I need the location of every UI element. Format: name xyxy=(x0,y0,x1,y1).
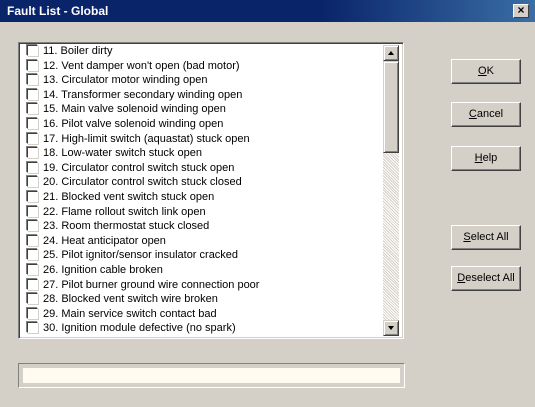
fault-checkbox[interactable] xyxy=(27,45,38,56)
arrow-up-icon xyxy=(388,51,394,55)
fault-item[interactable]: 20. Circulator control switch stuck clos… xyxy=(21,175,379,190)
help-mnemonic: H xyxy=(474,152,483,164)
close-icon: × xyxy=(517,3,525,17)
title-bar[interactable]: Fault List - Global × xyxy=(0,0,535,22)
fault-checkbox[interactable] xyxy=(27,220,38,232)
fault-item[interactable]: 12. Vent damper won't open (bad motor) xyxy=(21,59,379,74)
fault-label: 27. Pilot burner ground wire connection … xyxy=(43,278,260,291)
fault-checkbox[interactable] xyxy=(27,103,38,115)
fault-label: 21. Blocked vent switch stuck open xyxy=(43,190,215,203)
fault-item[interactable]: 28. Blocked vent switch wire broken xyxy=(21,292,379,307)
fault-label: 28. Blocked vent switch wire broken xyxy=(43,293,218,306)
fault-item[interactable]: 25. Pilot ignitor/sensor insulator crack… xyxy=(21,248,379,263)
fault-item[interactable]: 11. Boiler dirty xyxy=(21,44,379,59)
fault-label: 17. High-limit switch (aquastat) stuck o… xyxy=(43,132,250,145)
fault-items: 11. Boiler dirty 12. Vent damper won't op… xyxy=(21,44,379,336)
fault-item[interactable]: 29. Main service switch contact bad xyxy=(21,307,379,322)
fault-label: 19. Circulator control switch stuck open xyxy=(43,161,235,174)
scroll-thumb[interactable] xyxy=(383,61,399,153)
fault-checkbox[interactable] xyxy=(27,307,38,319)
fault-checkbox[interactable] xyxy=(27,59,38,71)
fault-label: 26. Ignition cable broken xyxy=(43,263,163,276)
fault-item[interactable]: 13. Circulator motor winding open xyxy=(21,73,379,88)
ok-mnemonic: O xyxy=(478,65,487,77)
fault-checkbox[interactable] xyxy=(27,161,38,173)
fault-checkbox[interactable] xyxy=(27,147,38,159)
vertical-scrollbar[interactable] xyxy=(383,45,399,336)
select-all-label: elect All xyxy=(470,231,509,243)
status-panel xyxy=(18,363,405,388)
fault-checkbox[interactable] xyxy=(27,190,38,202)
fault-checkbox[interactable] xyxy=(27,293,38,305)
scroll-down-button[interactable] xyxy=(383,320,399,336)
fault-item[interactable]: 24. Heat anticipator open xyxy=(21,234,379,249)
fault-label: 18. Low-water switch stuck open xyxy=(43,147,202,160)
help-button[interactable]: Help xyxy=(451,146,521,171)
help-label: elp xyxy=(482,152,498,164)
cancel-mnemonic: C xyxy=(468,108,477,120)
fault-item[interactable]: 17. High-limit switch (aquastat) stuck o… xyxy=(21,132,379,147)
fault-checkbox[interactable] xyxy=(27,278,38,290)
cancel-label: ancel xyxy=(476,108,504,120)
fault-label: 30. Ignition module defective (no spark) xyxy=(43,322,236,335)
fault-checkbox[interactable] xyxy=(27,176,38,188)
close-button[interactable]: × xyxy=(513,4,529,18)
fault-item[interactable]: 19. Circulator control switch stuck open xyxy=(21,161,379,176)
fault-checkbox[interactable] xyxy=(27,322,38,334)
fault-label: 22. Flame rollout switch link open xyxy=(43,205,206,218)
fault-item[interactable]: 27. Pilot burner ground wire connection … xyxy=(21,278,379,293)
fault-item[interactable]: 23. Room thermostat stuck closed xyxy=(21,219,379,234)
fault-list-dialog: Fault List - Global × 11. Boiler dirty 12… xyxy=(0,0,535,407)
fault-checkbox[interactable] xyxy=(27,88,38,100)
fault-label: 25. Pilot ignitor/sensor insulator crack… xyxy=(43,249,239,262)
fault-item[interactable]: 15. Main valve solenoid winding open xyxy=(21,102,379,117)
fault-checklist[interactable]: 11. Boiler dirty 12. Vent damper won't op… xyxy=(18,42,404,339)
ok-label: K xyxy=(486,65,494,77)
fault-label: 24. Heat anticipator open xyxy=(43,234,166,247)
deselect-all-mnemonic: D xyxy=(457,272,466,284)
fault-item[interactable]: 21. Blocked vent switch stuck open xyxy=(21,190,379,205)
select-all-mnemonic: S xyxy=(463,231,471,243)
fault-checkbox[interactable] xyxy=(27,249,38,261)
fault-label: 15. Main valve solenoid winding open xyxy=(43,103,226,116)
fault-label: 12. Vent damper won't open (bad motor) xyxy=(43,59,240,72)
ok-button[interactable]: OK xyxy=(451,59,521,84)
status-text xyxy=(23,368,400,383)
fault-label: 16. Pilot valve solenoid winding open xyxy=(43,117,224,130)
scroll-up-button[interactable] xyxy=(383,45,399,61)
cancel-button[interactable]: Cancel xyxy=(451,102,521,127)
window-title: Fault List - Global xyxy=(7,4,109,18)
fault-label: 29. Main service switch contact bad xyxy=(43,307,217,320)
fault-label: 13. Circulator motor winding open xyxy=(43,74,208,87)
fault-item[interactable]: 22. Flame rollout switch link open xyxy=(21,205,379,220)
fault-checkbox[interactable] xyxy=(27,205,38,217)
fault-checkbox[interactable] xyxy=(27,132,38,144)
fault-label: 11. Boiler dirty xyxy=(43,45,113,57)
fault-checkbox[interactable] xyxy=(27,263,38,275)
fault-item[interactable]: 18. Low-water switch stuck open xyxy=(21,146,379,161)
fault-item[interactable]: 30. Ignition module defective (no spark) xyxy=(21,321,379,336)
fault-item[interactable]: 16. Pilot valve solenoid winding open xyxy=(21,117,379,132)
deselect-all-button[interactable]: Deselect All xyxy=(451,266,521,291)
select-all-button[interactable]: Select All xyxy=(451,225,521,250)
fault-checkbox[interactable] xyxy=(27,74,38,86)
fault-label: 14. Transformer secondary winding open xyxy=(43,88,243,101)
deselect-all-label: eselect All xyxy=(465,272,515,284)
fault-checkbox[interactable] xyxy=(27,234,38,246)
fault-item[interactable]: 14. Transformer secondary winding open xyxy=(21,88,379,103)
fault-label: 23. Room thermostat stuck closed xyxy=(43,220,210,233)
fault-item[interactable]: 26. Ignition cable broken xyxy=(21,263,379,278)
fault-checkbox[interactable] xyxy=(27,117,38,129)
fault-label: 20. Circulator control switch stuck clos… xyxy=(43,176,242,189)
arrow-down-icon xyxy=(388,326,394,330)
